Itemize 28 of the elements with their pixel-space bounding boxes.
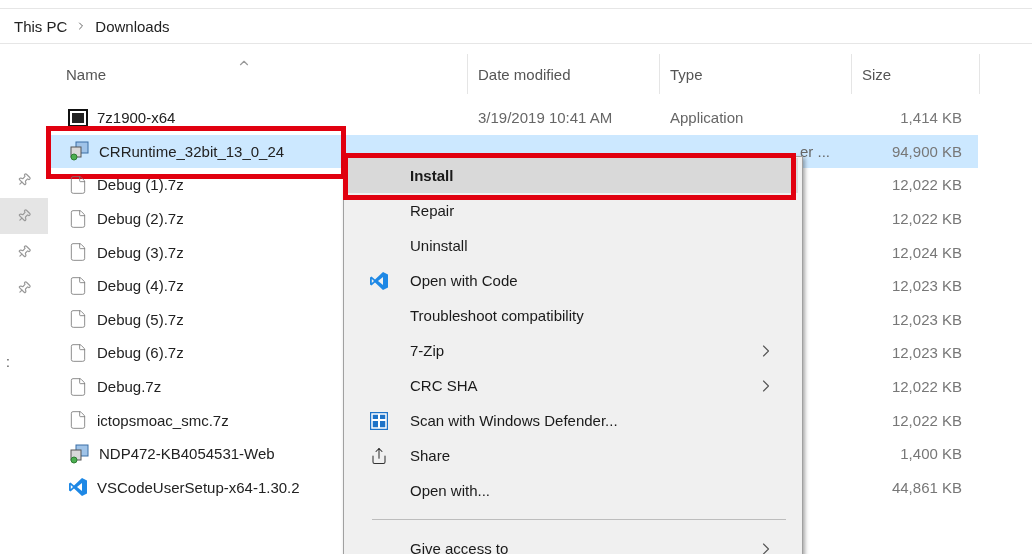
size-text: 12,023 KB [891,277,962,295]
file-name: CRRuntime_32bit_13_0_24 [99,142,285,160]
size-text: 12,022 KB [891,176,962,194]
size-text: 12,022 KB [891,411,962,429]
file-name: NDP472-KB4054531-Web [99,445,275,463]
type-text: er ... [800,142,830,160]
file-name: Debug (5).7z [97,310,184,328]
file-name: Debug.7z [97,378,162,396]
size-text: 12,023 KB [891,310,962,328]
file-name: VSCodeUserSetup-x64-1.30.2 [97,478,300,496]
size-text: 12,024 KB [891,243,962,261]
type-text: Application [670,109,744,127]
size-text: 44,861 KB [891,478,962,496]
file-name: Debug (4).7z [97,277,184,295]
date-text: 3/19/2019 10:41 AM [478,109,613,127]
sidebar-text: : [6,354,11,370]
size-text: 12,022 KB [891,378,962,396]
file-name: Debug (3).7z [97,243,184,261]
size-text: 12,023 KB [891,344,962,362]
file-name: Debug (1).7z [97,176,184,194]
size-text: 1,414 KB [900,109,962,127]
size-text: 94,900 KB [891,142,962,160]
file-name: Debug (6).7z [97,344,184,362]
file-name: 7z1900-x64 [97,109,176,127]
file-name: Debug (2).7z [97,210,184,228]
file-name: ictopsmoac_smc.7z [97,411,229,429]
size-text: 1,400 KB [900,445,962,463]
size-text: 12,022 KB [891,210,962,228]
